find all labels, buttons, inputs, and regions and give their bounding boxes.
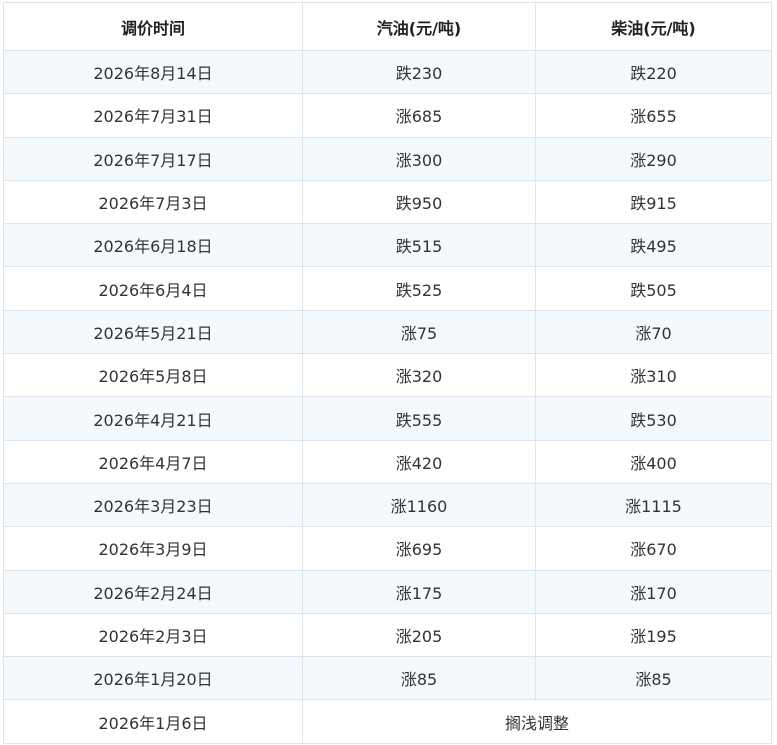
gasoline-change-cell: 跌230 [302, 49, 536, 95]
date-cell: 2026年5月21日 [3, 309, 303, 355]
diesel-change-cell: 涨310 [535, 353, 772, 398]
table-row: 2026年1月6日 搁浅调整 [3, 699, 772, 744]
date-cell: 2026年1月6日 [3, 699, 303, 744]
diesel-change-cell: 跌495 [535, 223, 772, 268]
diesel-change-cell: 涨290 [535, 136, 772, 181]
table-header-row: 调价时间 汽油(元/吨) 柴油(元/吨) [3, 2, 772, 51]
table-row: 2026年7月31日 涨685 涨655 [3, 93, 772, 138]
diesel-change-cell: 涨70 [535, 309, 772, 355]
gasoline-change-cell: 涨420 [302, 439, 536, 484]
gasoline-change-cell: 涨1160 [302, 482, 536, 528]
oil-price-adjustment-table: 调价时间 汽油(元/吨) 柴油(元/吨) 2026年8月14日 跌230 跌220 2… [3, 2, 772, 744]
gasoline-change-cell: 涨695 [302, 526, 536, 571]
table-row: 2026年7月17日 涨300 涨290 [3, 136, 772, 181]
date-cell: 2026年3月9日 [3, 526, 303, 571]
gasoline-change-cell: 涨75 [302, 309, 536, 355]
table-row: 2026年7月3日 跌950 跌915 [3, 179, 772, 225]
adjustment-note-cell: 搁浅调整 [302, 699, 772, 744]
gasoline-change-cell: 涨320 [302, 353, 536, 398]
diesel-change-cell: 涨655 [535, 93, 772, 138]
diesel-change-cell: 涨195 [535, 612, 772, 658]
header-adjust-date: 调价时间 [3, 2, 303, 51]
gasoline-change-cell: 涨175 [302, 569, 536, 614]
diesel-change-cell: 涨85 [535, 656, 772, 701]
gasoline-change-cell: 跌525 [302, 266, 536, 311]
header-diesel: 柴油(元/吨) [535, 2, 772, 51]
date-cell: 2026年6月18日 [3, 223, 303, 268]
table-row: 2026年3月9日 涨695 涨670 [3, 526, 772, 571]
gasoline-change-cell: 涨685 [302, 93, 536, 138]
date-cell: 2026年8月14日 [3, 49, 303, 95]
diesel-change-cell: 跌530 [535, 396, 772, 441]
table-row: 2026年2月24日 涨175 涨170 [3, 569, 772, 614]
diesel-change-cell: 涨670 [535, 526, 772, 571]
date-cell: 2026年5月8日 [3, 353, 303, 398]
diesel-change-cell: 涨170 [535, 569, 772, 614]
table-row: 2026年4月7日 涨420 涨400 [3, 439, 772, 484]
gasoline-change-cell: 涨85 [302, 656, 536, 701]
date-cell: 2026年4月7日 [3, 439, 303, 484]
diesel-change-cell: 涨400 [535, 439, 772, 484]
table-body: 2026年8月14日 跌230 跌220 2026年7月31日 涨685 涨655 2026… [3, 49, 772, 744]
date-cell: 2026年6月4日 [3, 266, 303, 311]
diesel-change-cell: 跌505 [535, 266, 772, 311]
table-row: 2026年4月21日 跌555 跌530 [3, 396, 772, 441]
date-cell: 2026年2月3日 [3, 612, 303, 658]
date-cell: 2026年7月17日 [3, 136, 303, 181]
table-row: 2026年2月3日 涨205 涨195 [3, 612, 772, 658]
gasoline-change-cell: 涨300 [302, 136, 536, 181]
table-row: 2026年5月21日 涨75 涨70 [3, 309, 772, 355]
header-gasoline: 汽油(元/吨) [302, 2, 536, 51]
gasoline-change-cell: 跌950 [302, 179, 536, 225]
table-row: 2026年6月18日 跌515 跌495 [3, 223, 772, 268]
diesel-change-cell: 涨1115 [535, 482, 772, 528]
diesel-change-cell: 跌220 [535, 49, 772, 95]
table-row: 2026年8月14日 跌230 跌220 [3, 49, 772, 95]
table-row: 2026年3月23日 涨1160 涨1115 [3, 482, 772, 528]
date-cell: 2026年1月20日 [3, 656, 303, 701]
gasoline-change-cell: 跌555 [302, 396, 536, 441]
date-cell: 2026年3月23日 [3, 482, 303, 528]
date-cell: 2026年7月31日 [3, 93, 303, 138]
table-row: 2026年5月8日 涨320 涨310 [3, 353, 772, 398]
table-row: 2026年1月20日 涨85 涨85 [3, 656, 772, 701]
gasoline-change-cell: 涨205 [302, 612, 536, 658]
date-cell: 2026年4月21日 [3, 396, 303, 441]
table-row: 2026年6月4日 跌525 跌505 [3, 266, 772, 311]
gasoline-change-cell: 跌515 [302, 223, 536, 268]
date-cell: 2026年2月24日 [3, 569, 303, 614]
diesel-change-cell: 跌915 [535, 179, 772, 225]
date-cell: 2026年7月3日 [3, 179, 303, 225]
